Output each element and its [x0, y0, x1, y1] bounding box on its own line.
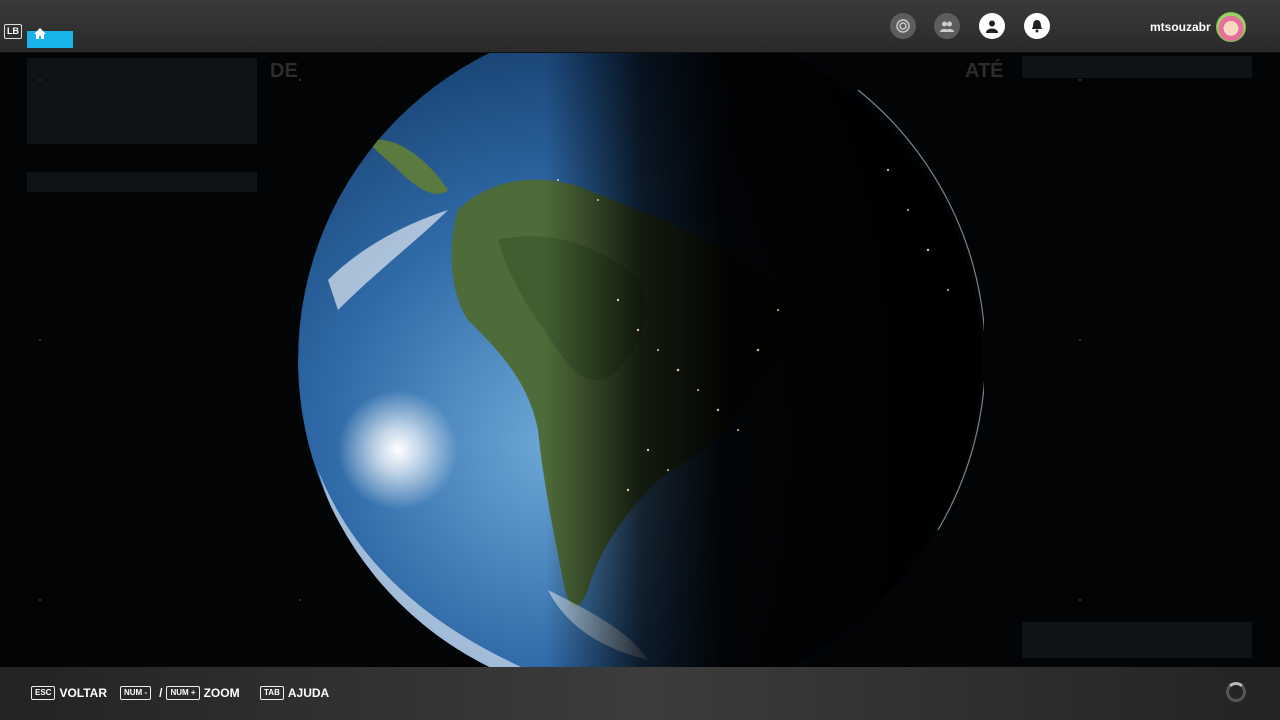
hint-back[interactable]: ESC VOLTAR — [31, 686, 107, 700]
loading-spinner-icon — [1226, 682, 1246, 702]
hint-help[interactable]: TAB AJUDA — [260, 686, 329, 700]
avatar[interactable] — [1216, 12, 1246, 42]
lb-key-hint: LB — [4, 24, 22, 39]
profile-icon[interactable] — [979, 13, 1005, 39]
num-plus-key: NUM + — [166, 686, 200, 700]
hint-zoom-label: ZOOM — [203, 686, 240, 700]
esc-key: ESC — [31, 686, 56, 700]
username[interactable]: mtsouzabr — [1150, 20, 1211, 34]
activity-icon[interactable] — [890, 13, 916, 39]
hint-separator: / — [159, 686, 163, 700]
earth-globe[interactable] — [298, 50, 984, 670]
tab-key: TAB — [260, 686, 284, 700]
home-icon[interactable] — [33, 27, 47, 41]
hint-zoom[interactable]: NUM - / NUM + ZOOM — [120, 686, 240, 700]
faded-aircraft-panel — [27, 58, 257, 144]
faded-scale-panel — [1022, 622, 1252, 658]
faded-arrival-panel — [1022, 56, 1252, 78]
friends-icon[interactable] — [934, 13, 960, 39]
hint-back-label: VOLTAR — [59, 686, 108, 700]
faded-search-field — [27, 172, 257, 192]
hint-help-label: AJUDA — [287, 686, 330, 700]
num-minus-key: NUM - — [120, 686, 152, 700]
notification-icon[interactable] — [1024, 13, 1050, 39]
departure-label: DE — [270, 60, 298, 82]
top-navigation-bar: LB mtsouzabr — [0, 0, 1280, 53]
bottom-hint-bar: ESC VOLTAR NUM - / NUM + ZOOM TAB AJUDA — [0, 667, 1280, 720]
